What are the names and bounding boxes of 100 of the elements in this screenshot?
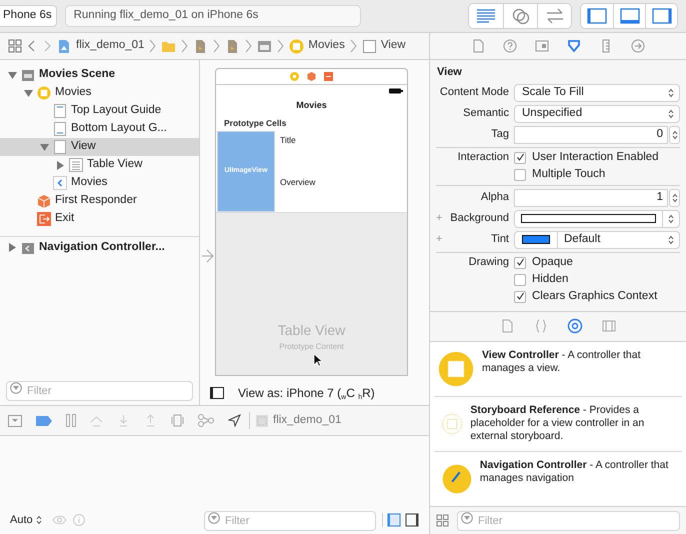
outline-row[interactable]: Table View	[0, 156, 199, 174]
view-controller-icon	[289, 38, 304, 54]
chevron-separator-icon	[181, 38, 188, 54]
arrow-circle-icon[interactable]	[630, 38, 646, 54]
right-pane-toggle-icon[interactable]	[405, 513, 419, 527]
checkbox[interactable]	[514, 152, 526, 164]
view-hierarchy-icon[interactable]	[171, 414, 184, 427]
checkbox-label: Clears Graphics Context	[532, 288, 658, 304]
disclosure-triangle-icon[interactable]	[8, 243, 17, 252]
outline-row[interactable]: Movies	[0, 84, 199, 102]
color-popup-button[interactable]: Default	[514, 230, 680, 248]
checkmark-icon	[516, 153, 524, 162]
circle-object-icon[interactable]	[567, 318, 583, 334]
step-over-icon[interactable]	[90, 414, 103, 427]
console-toggle-icon[interactable]	[8, 414, 22, 426]
filter-field[interactable]: Filter	[204, 511, 376, 531]
checkbox[interactable]	[514, 256, 526, 268]
app-icon	[256, 414, 268, 426]
outline-row[interactable]: First Responder	[0, 192, 199, 210]
breakpoint-icon[interactable]	[36, 416, 52, 426]
filter-icon	[10, 382, 22, 394]
grid-view-icon[interactable]	[436, 514, 449, 527]
layout-guide-icon	[53, 122, 67, 136]
field-label: Content Mode	[440, 85, 509, 100]
view-controller-icon	[37, 86, 51, 100]
forward-chevron-icon[interactable]	[42, 39, 52, 53]
view-icon	[53, 140, 67, 154]
navigation-scene-icon	[21, 240, 35, 254]
number-field[interactable]: 1	[514, 188, 668, 206]
pause-icon[interactable]	[66, 414, 76, 427]
checkbox[interactable]	[514, 274, 526, 286]
cell-label: Title	[280, 134, 297, 147]
number-field[interactable]: 0	[514, 126, 668, 144]
library-item[interactable]: View Controller - A controller that manages a view.	[430, 342, 686, 396]
field-label: Tint	[491, 232, 509, 248]
library-item[interactable]: Storyboard Reference - Provides a placeholder for a view controller in an external storyboard.	[434, 396, 682, 451]
scene-icon	[21, 68, 35, 82]
layout-guide-icon	[53, 104, 67, 118]
film-icon[interactable]	[601, 318, 617, 334]
field-label: Tag	[491, 127, 509, 142]
breadcrumb-item[interactable]: Movies	[289, 37, 345, 55]
back-chevron-icon	[53, 176, 67, 190]
step-into-icon[interactable]	[117, 414, 130, 427]
checkbox-label: Multiple Touch	[532, 166, 606, 182]
location-arrow-icon[interactable]	[228, 414, 241, 427]
field-label: Drawing	[468, 255, 509, 270]
help-icon[interactable]	[502, 38, 518, 54]
memory-graph-icon[interactable]	[198, 414, 214, 427]
stepper[interactable]	[669, 126, 680, 144]
popup-button[interactable]: Scale To Fill	[514, 84, 680, 102]
braces-icon[interactable]	[533, 318, 549, 334]
view-controller-icon	[290, 72, 299, 81]
filter-field[interactable]: Filter	[6, 381, 193, 401]
output-mode-popup[interactable]: Auto	[10, 512, 42, 528]
updown-chevron-icon	[668, 234, 674, 244]
mouse-cursor-icon	[312, 353, 322, 367]
grid-icon[interactable]	[8, 39, 22, 53]
outline-row[interactable]: Exit	[0, 210, 199, 228]
back-chevron-icon[interactable]	[27, 39, 37, 53]
checkbox[interactable]	[514, 168, 526, 180]
outline-row[interactable]: Movies	[0, 174, 199, 192]
outline-row[interactable]: Navigation Controller...	[0, 236, 199, 258]
filter-field[interactable]: Filter	[457, 511, 680, 532]
view-as-label[interactable]: View as: iPhone 7 ($_{w}$C $_{h}$R)	[238, 384, 375, 402]
section-header: Prototype Cells	[224, 117, 286, 130]
library-item[interactable]: Navigation Controller - A controller that manages navigation	[434, 450, 682, 506]
checkmark-icon	[516, 292, 524, 301]
popup-button[interactable]: Unspecified	[514, 104, 680, 122]
outline-row[interactable]: Top Layout Guide	[0, 102, 199, 120]
left-pane-toggle-icon[interactable]	[387, 513, 401, 527]
storyboard-icon[interactable]	[257, 38, 272, 54]
view-icon	[362, 38, 377, 54]
debug-target-label: flix_demo_01	[273, 412, 342, 428]
eye-icon[interactable]	[52, 515, 67, 525]
entry-arrow-icon	[202, 248, 214, 264]
outline-row[interactable]: View	[0, 138, 199, 156]
activity-status-field: Running flix_demo_01 on iPhone 6s	[64, 5, 361, 27]
checkbox[interactable]	[514, 290, 526, 302]
step-out-icon[interactable]	[144, 414, 157, 427]
color-popup-button[interactable]	[514, 210, 680, 228]
exit-icon	[37, 212, 51, 226]
field-label: Interaction	[458, 150, 509, 166]
updown-chevron-icon	[672, 130, 678, 140]
checkbox-label: Hidden	[532, 272, 568, 287]
panel-toggle-icon[interactable]	[210, 387, 224, 399]
outline-row[interactable]: Bottom Layout G...	[0, 120, 199, 138]
chevron-separator-icon	[245, 38, 252, 54]
identity-card-icon[interactable]	[534, 38, 550, 54]
section-title: View	[436, 65, 463, 80]
cube-icon	[37, 194, 51, 208]
field-label: Alpha	[480, 190, 509, 206]
cube-icon	[307, 72, 316, 81]
scheme-button[interactable]: Phone 6s	[0, 5, 57, 27]
breadcrumb-item[interactable]: View	[362, 37, 406, 55]
cell-label: Overview	[280, 176, 316, 188]
info-icon[interactable]	[72, 514, 85, 526]
outline-row[interactable]: Movies Scene	[0, 66, 199, 84]
breadcrumb-item[interactable]: flix_demo_01	[57, 37, 144, 55]
stepper[interactable]	[669, 188, 680, 206]
field-label: Background	[450, 211, 509, 226]
